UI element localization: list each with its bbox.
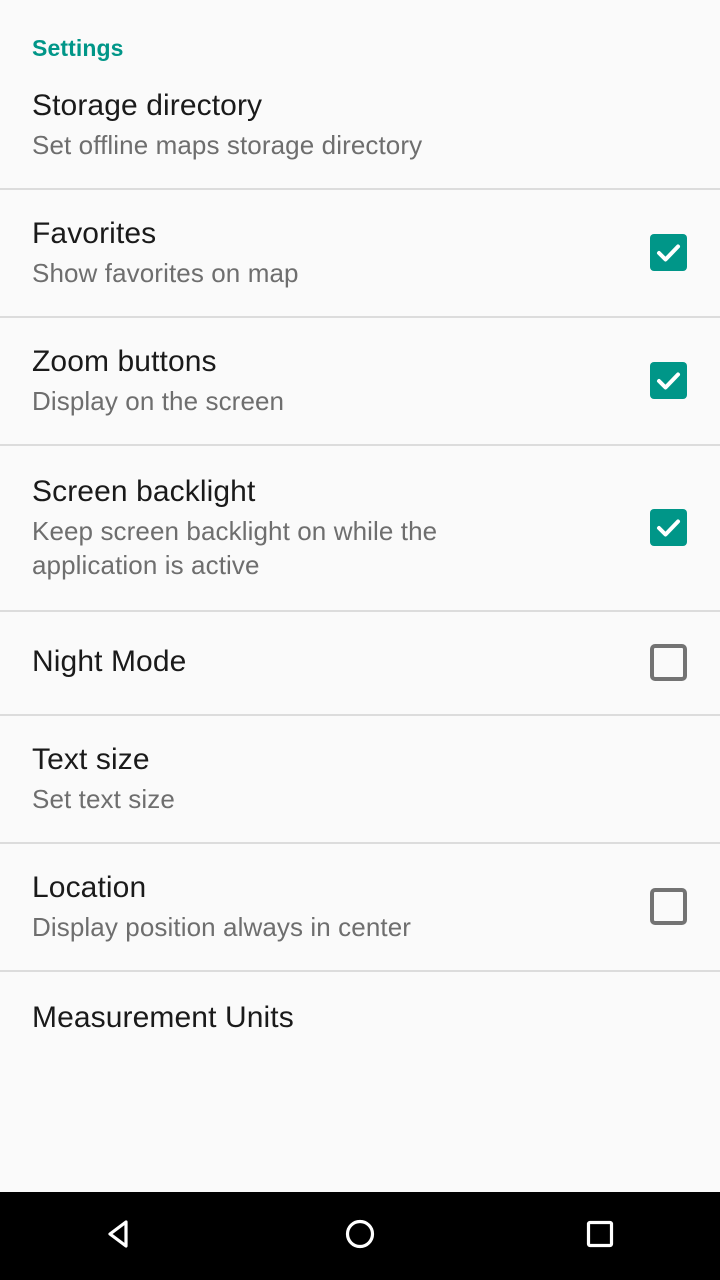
nav-home-button[interactable] bbox=[290, 1192, 430, 1280]
preference-control-slot[interactable] bbox=[648, 360, 688, 400]
preference-title: Text size bbox=[32, 743, 150, 776]
nav-recents-button[interactable] bbox=[530, 1192, 670, 1280]
preference-text-block: Night Mode bbox=[32, 642, 648, 682]
preference-summary: Show favorites on map bbox=[32, 258, 299, 288]
preference-summary: Display on the screen bbox=[32, 386, 285, 416]
preference-control-slot[interactable] bbox=[648, 232, 688, 272]
preference-text-block: Location Display position always in cent… bbox=[32, 868, 648, 944]
preference-text-block: Zoom buttons Display on the screen bbox=[32, 342, 648, 418]
preference-title: Zoom buttons bbox=[32, 345, 217, 378]
preference-title: Night Mode bbox=[32, 645, 187, 678]
android-navigation-bar bbox=[0, 1192, 720, 1280]
settings-preference-list[interactable]: Settings Storage directory Set offline m… bbox=[0, 0, 720, 1192]
preference-title: Location bbox=[32, 871, 147, 904]
preference-control-slot[interactable] bbox=[648, 886, 688, 926]
preference-zoom-buttons[interactable]: Zoom buttons Display on the screen bbox=[0, 318, 720, 444]
preference-text-block: Text size Set text size bbox=[32, 740, 688, 816]
preference-title: Measurement Units bbox=[32, 1001, 294, 1034]
preference-storage-directory[interactable]: Storage directory Set offline maps stora… bbox=[0, 62, 720, 188]
checkbox-checked-icon[interactable] bbox=[649, 361, 687, 399]
nav-back-button[interactable] bbox=[50, 1192, 190, 1280]
preference-location[interactable]: Location Display position always in cent… bbox=[0, 844, 720, 970]
preference-title: Favorites bbox=[32, 217, 157, 250]
preference-text-block: Storage directory Set offline maps stora… bbox=[32, 86, 688, 162]
preference-control-slot[interactable] bbox=[648, 642, 688, 682]
preference-measurement-units[interactable]: Measurement Units bbox=[0, 972, 720, 1068]
settings-screen: Settings Storage directory Set offline m… bbox=[0, 0, 720, 1280]
checkbox-unchecked-icon[interactable] bbox=[649, 643, 687, 681]
preference-control-slot[interactable] bbox=[648, 507, 688, 547]
preference-night-mode[interactable]: Night Mode bbox=[0, 612, 720, 714]
recents-square-icon bbox=[579, 1213, 621, 1260]
preference-text-block: Measurement Units bbox=[32, 998, 688, 1040]
checkbox-checked-icon[interactable] bbox=[649, 508, 687, 546]
checkbox-unchecked-icon[interactable] bbox=[649, 887, 687, 925]
section-header-settings: Settings bbox=[32, 35, 124, 61]
preference-title: Screen backlight bbox=[32, 475, 256, 508]
preference-text-block: Screen backlight Keep screen backlight o… bbox=[32, 472, 648, 582]
preference-screen-backlight[interactable]: Screen backlight Keep screen backlight o… bbox=[0, 446, 720, 610]
preference-summary: Keep screen backlight on while the appli… bbox=[32, 516, 438, 580]
home-circle-icon bbox=[339, 1213, 381, 1260]
preference-text-block: Favorites Show favorites on map bbox=[32, 214, 648, 290]
back-triangle-icon bbox=[99, 1213, 141, 1260]
preference-text-size[interactable]: Text size Set text size bbox=[0, 716, 720, 842]
preference-favorites[interactable]: Favorites Show favorites on map bbox=[0, 190, 720, 316]
preference-summary: Display position always in center bbox=[32, 912, 412, 942]
preference-summary: Set offline maps storage directory bbox=[32, 130, 423, 160]
preference-title: Storage directory bbox=[32, 89, 263, 122]
checkbox-checked-icon[interactable] bbox=[649, 233, 687, 271]
preference-summary: Set text size bbox=[32, 784, 175, 814]
